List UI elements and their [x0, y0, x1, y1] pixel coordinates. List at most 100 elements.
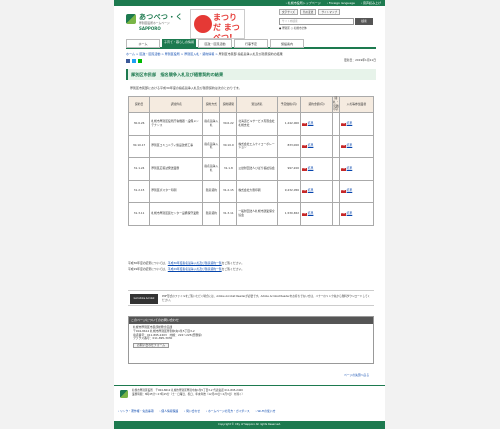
cell-participants: PDF結果 [338, 134, 375, 159]
participants-link[interactable]: 結果 [347, 166, 353, 170]
banner-text: まつりだ まつべつ! [213, 13, 240, 39]
col-contract: 契約金額(円) [300, 95, 333, 114]
cell-date: 31.1.24 [127, 157, 151, 181]
link-voice-reader[interactable]: › 音声読み上げ [361, 1, 381, 5]
twitter-icon[interactable] [131, 59, 136, 63]
cell-method: 指名競争入札 [202, 134, 221, 159]
footer-link[interactable]: › ホームページの見方・ガイダンス [206, 409, 250, 413]
participants-link[interactable]: 結果 [347, 211, 353, 215]
cell-method: 随意契約 [202, 179, 221, 204]
nav-event[interactable]: 行事予定 [234, 39, 268, 48]
share-row: 更新日：2019年1月11日 [126, 58, 376, 64]
reader-text: PDF形式のファイルをご覧いただく場合には、Adobe Acrobat Read… [162, 295, 370, 302]
cell-price: 997,200 [276, 157, 302, 181]
pdf-icon: PDF [302, 121, 308, 126]
col-participants: 入札等参加業者 [338, 95, 375, 114]
footer-hours: 業務時間：8時45分～17時15分（土・日曜日、祝日、年末年始（12月29日～1… [132, 392, 245, 396]
cell-result: PDF結果 [300, 202, 333, 226]
cell-price: 1,242,000 [276, 112, 302, 136]
cell-date: 31.3.11 [127, 202, 151, 226]
banner-sun-icon [194, 15, 212, 33]
pdf-icon: PDF [340, 166, 347, 171]
pdf-icon: PDF [340, 121, 347, 126]
result-link[interactable]: 結果 [308, 143, 314, 147]
result-link[interactable]: 結果 [308, 211, 314, 215]
nav-shisetsu[interactable]: 施設案内 [270, 39, 304, 48]
col-period: 契約期間 [219, 95, 238, 114]
note-link-h30[interactable]: 平成30年度指名競争入札及び随意契約一覧 [168, 261, 222, 265]
table-row: 31.1.24 厚別区広報誌発送業務 指名競争入札 31.1.8 公益財団法人ひ… [127, 157, 375, 181]
pdf-icon: PDF [302, 211, 308, 216]
cell-participants: PDF結果 [338, 157, 375, 181]
cell-method: 随意契約 [202, 202, 221, 226]
footer-link[interactable]: › 個人情報保護 [159, 409, 178, 413]
footer-link[interactable]: › 問い合わせ [184, 409, 200, 413]
cell-name: 厚別区コミュニティ施設改修工事 [149, 134, 204, 159]
footer-link[interactable]: › Wi-Fiの使い方 [256, 409, 276, 413]
line-icon[interactable] [137, 59, 142, 63]
cell-bids [331, 112, 340, 136]
color-change-button[interactable]: 色の変更 [299, 9, 317, 15]
results-table: 契約日 調達件名 契約方式 契約期間 受注者名 予定価格(円) 契約金額(円) … [127, 95, 375, 226]
pdf-icon: PDF [302, 166, 308, 171]
participants-link[interactable]: 結果 [347, 188, 353, 192]
note-text: をご覧ください。 [221, 266, 245, 271]
festival-banner[interactable]: まつりだ まつべつ! [190, 9, 245, 39]
pdf-icon: PDF [340, 189, 347, 194]
cell-participants: PDF結果 [338, 202, 375, 226]
nav-kurashi[interactable]: 子育て・暮らしの情報 [162, 39, 196, 48]
sitemap-button[interactable]: サイトマップ [318, 9, 340, 15]
participants-link[interactable]: 結果 [347, 143, 353, 147]
contact-box: このページについてのお問い合わせ 札幌市厚別区市民部総務企画課 〒004-861… [128, 316, 374, 364]
participants-link[interactable]: 結果 [347, 121, 353, 125]
note-item: 平成29年度の結果については、平成29年度指名競争入札及び随意契約一覧をご覧くだ… [128, 266, 245, 272]
note-link-h29[interactable]: 平成29年度指名競争入札及び随意契約一覧 [168, 267, 222, 271]
pdf-icon: PDF [302, 144, 308, 149]
table-row: 30.10.17 厚別区コミュニティ施設改修工事 指名競争入札 30.10.9 … [127, 134, 375, 159]
search-scope-city[interactable]: ○ 札幌市全体 [291, 27, 307, 30]
top-utility-bar: › 札幌市役所トップページ › Foreign language › 音声読み上… [114, 0, 385, 6]
logo-mark-icon [126, 14, 136, 24]
contact-heading: このページについてのお問い合わせ [129, 317, 373, 324]
cell-method: 指名競争入札 [202, 112, 221, 136]
inquiry-form-button[interactable]: お問い合わせフォーム [133, 342, 169, 349]
cell-period: 31.2.15 [219, 179, 238, 204]
crumb-kuyakusho[interactable]: 厚別区役所 [165, 52, 180, 56]
table-header-row: 契約日 調達件名 契約方式 契約期間 受注者名 予定価格(円) 契約金額(円) … [127, 95, 375, 114]
link-foreign-language[interactable]: › Foreign language [327, 1, 355, 5]
contact-fax: ファクス番号：011-895-3030 [133, 336, 173, 341]
nav-kusei[interactable]: 区政・区民活動 [198, 39, 232, 48]
site-logo[interactable]: あつべつ・く 厚別区役所ホームページ SAPPORO [126, 12, 186, 34]
cell-period: 31.3.11 [219, 202, 238, 226]
pdf-icon: PDF [340, 211, 347, 216]
search-input[interactable]: サイト内検索 [279, 18, 354, 25]
footer: 札幌市厚別区役所 〒004-8612 札幌市厚別区厚別中央1条5丁目3-2 代表… [114, 385, 385, 429]
cell-period: 30.6.22 [219, 112, 238, 136]
get-acrobat-reader-button[interactable]: Get Adobe Acrobat Reader [130, 294, 158, 310]
header-tools: 文字サイズ 色の変更 サイトマップ [279, 9, 341, 15]
cell-date: 30.10.17 [127, 134, 151, 159]
col-name: 調達件名 [149, 95, 204, 114]
table-row: 31.3.11 札幌市厚別区民センター設備保守業務 随意契約 31.3.11 一… [127, 202, 375, 226]
cell-bids [331, 157, 340, 181]
note-text: 平成29年度の結果については、 [128, 266, 168, 271]
link-sapporo-top[interactable]: › 札幌市役所トップページ [286, 1, 321, 5]
result-link[interactable]: 結果 [308, 121, 314, 125]
facebook-icon[interactable] [126, 59, 130, 63]
search-scope-ward[interactable]: ● 厚別区 [279, 27, 290, 30]
font-size-button[interactable]: 文字サイズ [279, 9, 298, 15]
footer-link[interactable]: › リンク・著作権・免責事項 [118, 409, 154, 413]
cell-name: 札幌市厚別区役所庁舎機器・設備メンテナンス [149, 112, 204, 136]
page-top-link[interactable]: ページの先頭へ戻る [344, 373, 369, 378]
search-button[interactable]: 検索 [355, 18, 373, 25]
table-row: 31.2.15 厚別区ポスター印刷 随意契約 31.2.15 株式会社大豊印刷 … [127, 179, 375, 204]
result-link[interactable]: 結果 [308, 188, 314, 192]
cell-date: 30.6.26 [127, 112, 151, 136]
table-row: 30.6.26 札幌市厚別区役所庁舎機器・設備メンテナンス 指名競争入札 30.… [127, 112, 375, 136]
crumb-kusei[interactable]: 区政・区民活動 [139, 52, 160, 56]
crumb-home[interactable]: ホーム [126, 52, 135, 56]
crumb-nyusatsu[interactable]: 厚別区入札・契約情報 [184, 52, 214, 56]
result-link[interactable]: 結果 [308, 166, 314, 170]
global-nav: ホーム 子育て・暮らしの情報 区政・区民活動 行事予定 施設案内 [126, 39, 376, 49]
nav-home[interactable]: ホーム [126, 39, 160, 48]
